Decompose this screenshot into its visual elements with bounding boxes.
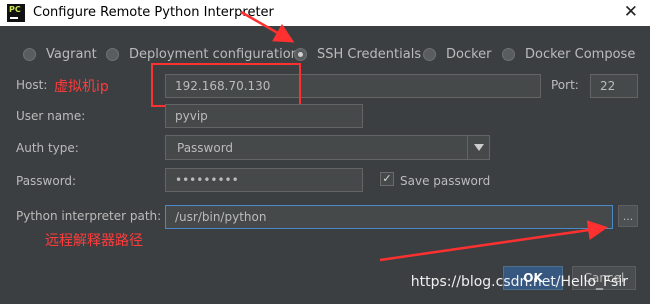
host-label: Host: xyxy=(16,78,48,92)
port-value: 22 xyxy=(600,79,616,93)
radio-label: SSH Credentials xyxy=(317,46,422,62)
window-title: Configure Remote Python Interpreter xyxy=(33,5,274,20)
save-password-label: Save password xyxy=(400,174,491,188)
close-icon[interactable]: ✕ xyxy=(624,2,638,22)
radio-label: Deployment configuration xyxy=(129,46,299,62)
auth-type-select[interactable]: Password xyxy=(165,135,490,160)
username-label: User name: xyxy=(16,109,86,123)
radio-circle-icon[interactable] xyxy=(106,47,119,61)
username-value: pyvip xyxy=(175,109,208,123)
radio-docker-compose[interactable]: Docker Compose xyxy=(502,45,635,63)
radio-selected-icon[interactable] xyxy=(294,47,307,61)
title-bar: PC Configure Remote Python Interpreter ✕ xyxy=(0,0,650,26)
radio-label: Docker Compose xyxy=(525,46,636,62)
radio-label: Vagrant xyxy=(46,46,97,62)
dialog-window: PC Configure Remote Python Interpreter ✕… xyxy=(0,0,650,304)
watermark-text: https://blog.csdn.net/Hello_Fsir xyxy=(410,274,628,290)
interpreter-path-label: Python interpreter path: xyxy=(16,209,162,223)
radio-deployment-configuration[interactable]: Deployment configuration xyxy=(106,45,299,63)
port-label: Port: xyxy=(551,78,579,92)
radio-circle-icon[interactable] xyxy=(423,47,436,61)
radio-circle-icon[interactable] xyxy=(502,47,515,61)
password-input[interactable]: ••••••••• xyxy=(165,168,363,192)
host-highlight-box xyxy=(151,63,301,107)
interpreter-path-value: /usr/bin/python xyxy=(175,210,267,224)
arrow-to-interpreter-path xyxy=(379,220,608,262)
save-password-checkbox[interactable]: ✓ xyxy=(380,172,394,186)
auth-type-label: Auth type: xyxy=(16,141,79,155)
radio-label: Docker xyxy=(446,46,492,62)
browse-button[interactable]: ... xyxy=(618,205,638,227)
radio-docker[interactable]: Docker xyxy=(423,45,492,63)
radio-ssh-credentials[interactable]: SSH Credentials xyxy=(294,45,421,63)
password-value: ••••••••• xyxy=(175,173,239,187)
username-input[interactable]: pyvip xyxy=(165,104,363,128)
radio-circle-icon[interactable] xyxy=(23,47,36,61)
port-input[interactable]: 22 xyxy=(590,74,638,98)
radio-vagrant[interactable]: Vagrant xyxy=(23,45,97,63)
password-label: Password: xyxy=(16,174,77,188)
chevron-down-icon[interactable] xyxy=(467,136,489,159)
host-annotation: 虚拟机ip xyxy=(54,79,109,95)
auth-type-value: Password xyxy=(177,140,234,155)
pycharm-app-icon: PC xyxy=(7,4,25,22)
interpreter-path-annotation: 远程解释器路径 xyxy=(45,233,143,249)
interpreter-path-input[interactable]: /usr/bin/python xyxy=(165,205,613,229)
